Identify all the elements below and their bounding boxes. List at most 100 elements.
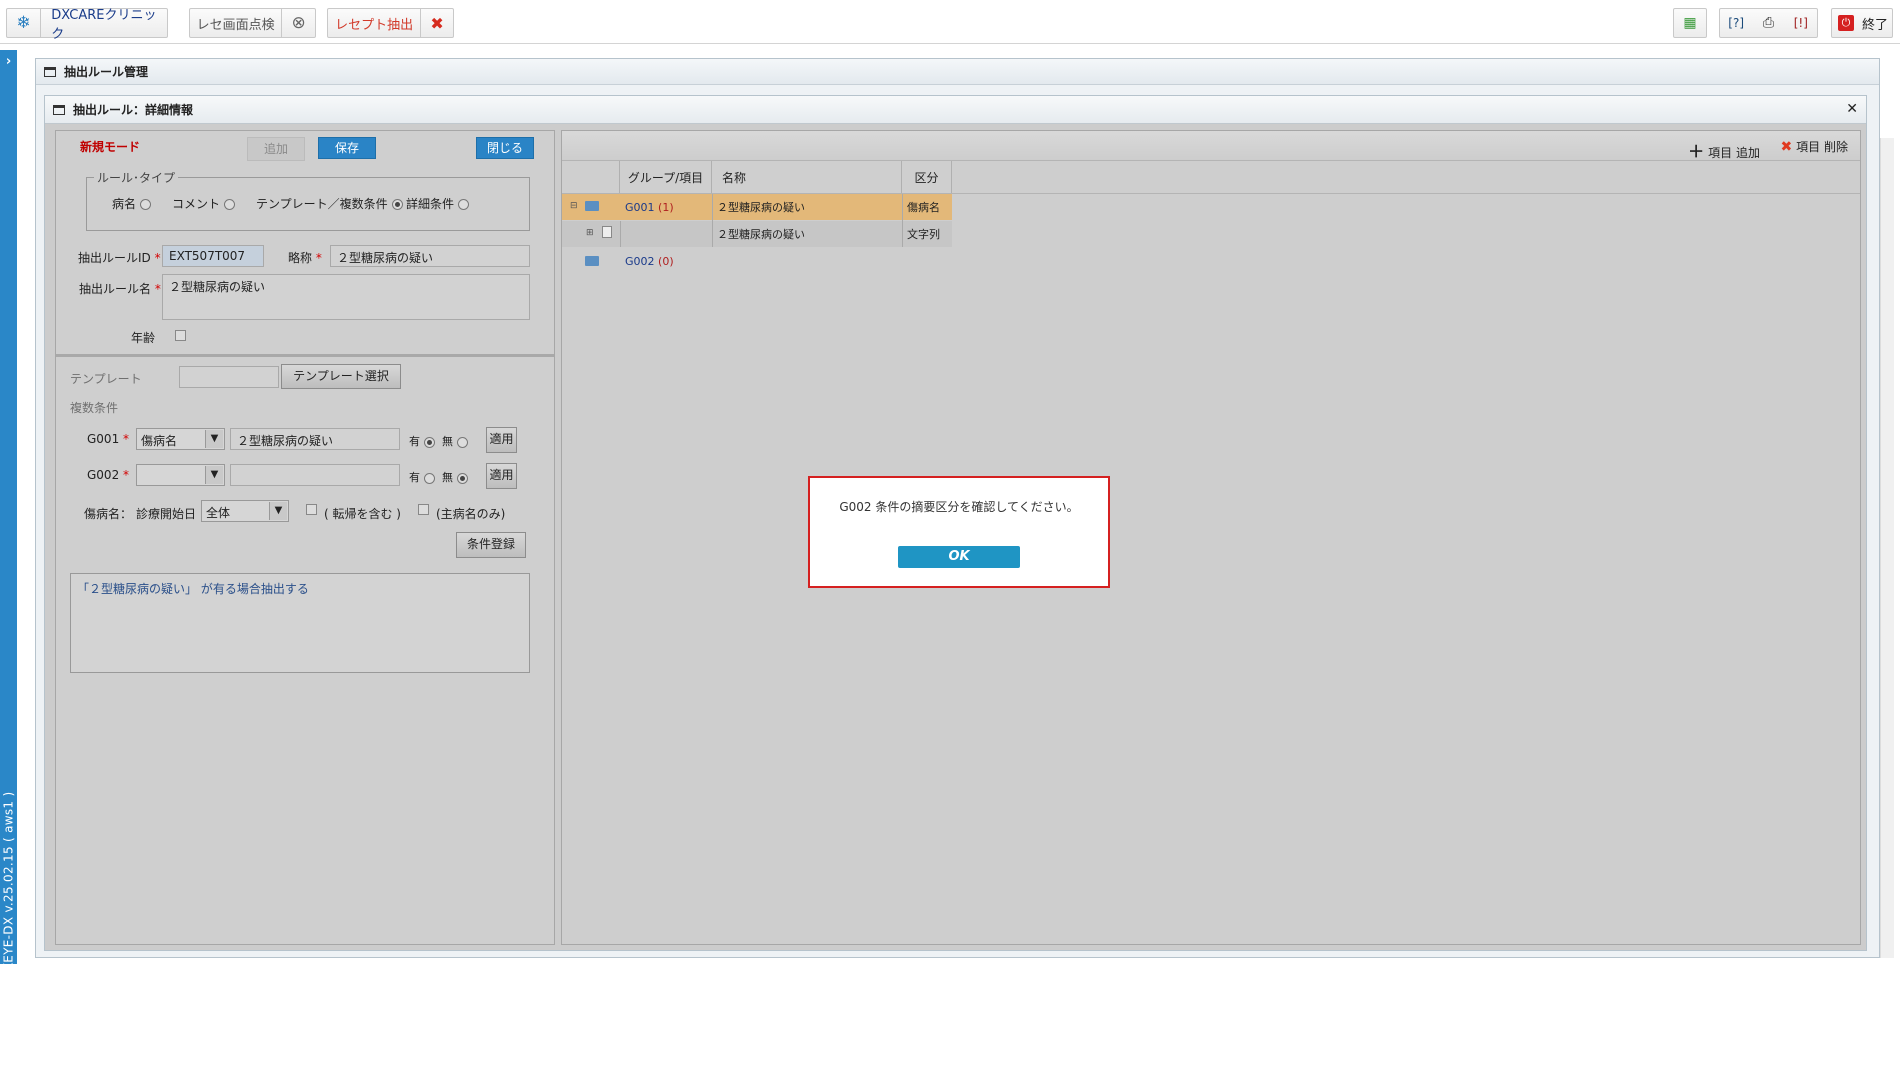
radio-template-dot[interactable] (391, 199, 403, 210)
receipt-extract-tab[interactable]: レセプト抽出 ✖ (327, 8, 454, 38)
collapse-icon[interactable]: ⊟ (570, 201, 578, 211)
layout-icon-button[interactable]: ▦ (1673, 8, 1707, 38)
g002-has-radio[interactable]: 有 (409, 469, 435, 485)
receipt-extract-label: レセプト抽出 (335, 17, 414, 33)
print-icon[interactable]: ⎙ (1752, 15, 1784, 31)
rule-id-field[interactable]: EXT507T007 (162, 245, 264, 267)
delete-item-button[interactable]: ✖ 項目 削除 (1780, 138, 1848, 155)
add-item-button[interactable]: ＋項目 追加 (1688, 138, 1760, 162)
rule-type-legend: ルール･タイプ (94, 169, 179, 186)
start-date-select[interactable]: 全体 ▼ (201, 500, 289, 522)
start-date-value: 全体 (206, 506, 231, 520)
g002-apply-button[interactable]: 適用 (486, 463, 517, 489)
close-icon[interactable]: ✕ (1846, 101, 1858, 117)
item-kubun-cell[interactable]: 文字列 (902, 222, 952, 246)
item-name-cell[interactable]: ２型糖尿病の疑い (712, 222, 902, 246)
main-disease-only-label: (主病名のみ) (436, 507, 506, 521)
chevron-down-icon: ▼ (205, 430, 223, 448)
g001-label: G001 * (87, 432, 130, 446)
start-date-label: 診療開始日 (136, 507, 197, 521)
g001-value-field[interactable]: ２型糖尿病の疑い (230, 428, 400, 450)
g002-label: G002 * (87, 468, 130, 482)
template-field[interactable] (179, 366, 279, 388)
g002-category-select[interactable]: ▼ (136, 464, 225, 486)
layout-icon: ▦ (1683, 15, 1697, 31)
g001-has-dot[interactable] (424, 436, 435, 448)
rule-name-field[interactable]: ２型糖尿病の疑い (162, 274, 530, 320)
g001-kubun-cell[interactable]: 傷病名 (902, 195, 952, 219)
g002-has-dot[interactable] (424, 472, 435, 484)
g001-group-cell[interactable]: G001 (1) (620, 195, 712, 219)
g001-category-value: 傷病名 (141, 434, 178, 448)
window-icon (53, 104, 65, 115)
short-name-field[interactable]: ２型糖尿病の疑い (330, 245, 530, 267)
mode-label: 新規モード (80, 140, 141, 154)
rule-detail-title: 抽出ルール：詳細情報 (73, 103, 194, 117)
grid-header-group[interactable]: グループ/項目 (620, 161, 712, 193)
grid-header-kubun[interactable]: 区分 (902, 161, 952, 193)
age-checkbox[interactable] (175, 330, 186, 341)
exit-button[interactable]: ⏻ 終了 (1831, 8, 1893, 38)
rule-name-label: 抽出ルール名 * (79, 282, 161, 296)
main-disease-only-checkbox[interactable] (418, 504, 429, 515)
expand-icon[interactable]: ⊞ (586, 228, 594, 238)
g002-value-field[interactable] (230, 464, 400, 486)
radio-detail-dot[interactable] (458, 199, 470, 210)
side-strip: › CHECKEYE-DX v.25.02.15 ( aws1 ) (0, 50, 17, 1005)
delete-x-icon: ✖ (1780, 139, 1793, 155)
close-button[interactable]: 閉じる (476, 137, 534, 159)
radio-detail-label: 詳細条件 (406, 197, 455, 211)
g001-none-dot[interactable] (457, 436, 468, 448)
radio-comment-label: コメント (172, 197, 221, 211)
multi-condition-label: 複数条件 (70, 401, 119, 415)
power-icon: ⏻ (1838, 15, 1854, 31)
help-icon[interactable]: [?] (1720, 16, 1752, 30)
plus-icon: ＋ (1688, 142, 1705, 161)
include-outcome-checkbox[interactable] (306, 504, 317, 515)
rule-management-header: 抽出ルール管理 (36, 59, 1879, 85)
condition-grid: ＋項目 追加 ✖ 項目 削除 グループ/項目 名称 区分 ⊟ G001 (1) ２… (561, 130, 1861, 945)
expand-chevron-icon[interactable]: › (0, 54, 17, 74)
radio-disease-dot[interactable] (140, 199, 152, 210)
version-label: CHECKEYE-DX v.25.02.15 ( aws1 ) (1, 791, 16, 1006)
summary-text: 「２型糖尿病の疑い」 が有る場合抽出する (77, 582, 309, 596)
alert-icon[interactable]: [!] (1785, 16, 1817, 30)
add-button[interactable]: 追加 (247, 137, 305, 161)
clinic-button[interactable]: ❄ DXCAREクリニック (6, 8, 168, 42)
rule-management-title: 抽出ルール管理 (64, 65, 149, 79)
grid-toolbar: ＋項目 追加 ✖ 項目 削除 (562, 131, 1860, 161)
radio-comment[interactable]: コメント (172, 195, 236, 212)
g001-category-select[interactable]: 傷病名 ▼ (136, 428, 225, 450)
template-select-button[interactable]: テンプレート選択 (281, 364, 401, 389)
g001-name-cell[interactable]: ２型糖尿病の疑い (712, 195, 902, 219)
close-circle-icon[interactable]: ⊗ (282, 13, 315, 33)
clinic-label: DXCAREクリニック (51, 8, 157, 42)
g001-has-radio[interactable]: 有 (409, 433, 435, 449)
rule-basic-section: 新規モード 追加 保存 閉じる ルール･タイプ 病名 コメント テンプレート／複… (56, 131, 554, 357)
include-outcome-label: ( 転帰を含む ) (324, 507, 401, 521)
g002-none-radio[interactable]: 無 (442, 469, 468, 485)
g002-group-cell[interactable]: G002 (0) (620, 249, 712, 273)
rece-check-button[interactable]: レセ画面点検 ⊗ (189, 8, 316, 38)
radio-template[interactable]: テンプレート／複数条件 (256, 195, 403, 212)
close-icon[interactable]: ✖ (421, 14, 453, 33)
ok-button[interactable]: OK (898, 546, 1020, 568)
radio-comment-dot[interactable] (224, 199, 236, 210)
page-scrollbar[interactable] (1880, 138, 1894, 958)
register-condition-button[interactable]: 条件登録 (456, 532, 526, 558)
chevron-down-icon: ▼ (205, 466, 223, 484)
save-button[interactable]: 保存 (318, 137, 376, 159)
radio-disease[interactable]: 病名 (112, 195, 152, 212)
radio-detail[interactable]: 詳細条件 (406, 195, 470, 212)
exit-label: 終了 (1862, 17, 1889, 33)
g001-apply-button[interactable]: 適用 (486, 427, 517, 453)
snowflake-icon: ❄ (16, 13, 31, 33)
chevron-down-icon: ▼ (269, 502, 287, 520)
dialog-message: G002 条件の摘要区分を確認してください。 (839, 500, 1079, 514)
g001-none-radio[interactable]: 無 (442, 433, 468, 449)
alert-dialog: G002 条件の摘要区分を確認してください。 OK (808, 476, 1110, 588)
g002-none-dot[interactable] (457, 472, 468, 484)
grid-header-name[interactable]: 名称 (712, 161, 902, 193)
age-label: 年齢 (131, 331, 156, 345)
help-toolbar: [?] ⎙ [!] (1719, 8, 1818, 38)
